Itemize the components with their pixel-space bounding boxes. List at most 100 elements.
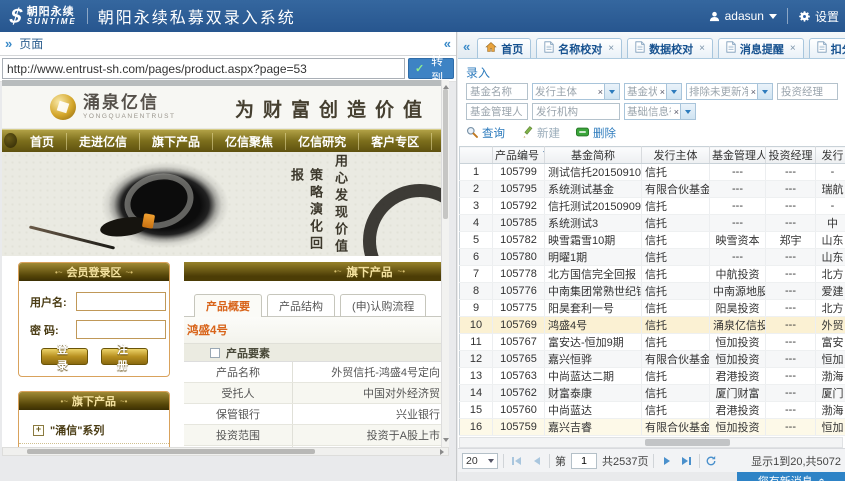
delete-button[interactable]: 删除 [576,125,616,141]
workspace-tab[interactable]: 消息提醒× [718,38,804,58]
column-header[interactable]: 产品编号 [493,147,545,164]
site-nav-item[interactable]: 亿信研究 [286,133,359,150]
table-row[interactable]: 13105763中尚蓝达二期信托君港投资---渤海 [460,368,845,385]
scroll-up-arrow[interactable] [443,82,449,89]
table-row[interactable]: 10105769鸿盛4号信托涌泉亿信投资---外贸 [460,317,845,334]
column-header[interactable]: 基金简称 [545,147,642,164]
table-row[interactable]: 3105792信托测试20150909信托------- [460,198,845,215]
workspace-tab[interactable]: 扣分绩效统计× [809,38,845,58]
table-row[interactable]: 15105760中尚蓝达信托君港投资---渤海 [460,402,845,419]
next-page-button[interactable] [659,454,674,468]
filter-combo[interactable]: × [624,83,682,100]
table-row[interactable]: 9105775阳昊套利一号信托阳昊投资---北方 [460,300,845,317]
clear-filter-icon[interactable]: × [597,87,604,97]
filter-combo-input[interactable] [687,86,750,98]
username-field[interactable] [76,292,166,311]
expand-left-icon[interactable]: » [5,37,12,50]
dropdown-arrow-icon[interactable] [680,104,695,119]
table-row[interactable]: 5105782映雪霜雪10期信托映雪资本郑宇山东 [460,232,845,249]
col-name[interactable]: 富安达-恒加9期 [545,334,642,351]
column-header[interactable]: 发行主体 [642,147,710,164]
col-name[interactable]: 中尚蓝达 [545,402,642,419]
col-name[interactable]: 财富泰康 [545,385,642,402]
col-name[interactable]: 鸿盛4号 [545,317,642,334]
page-number-input[interactable] [571,453,597,469]
site-logo[interactable]: 涌泉亿信 YONGQUANENTRUST [50,94,176,120]
filter-input[interactable] [532,103,620,120]
close-tab-icon[interactable]: × [608,43,614,54]
user-menu[interactable]: adasun [709,9,777,23]
grid-horizontal-scrollbar[interactable] [459,437,843,448]
table-row[interactable]: 4105785系统测试3信托------中 [460,215,845,232]
reload-icon[interactable] [705,455,717,467]
pencil-button[interactable]: 新建 [521,125,560,141]
table-row[interactable]: 6105780明曜1期信托------山东 [460,249,845,266]
table-row[interactable]: 1105799测试信托20150910信托------- [460,164,845,181]
col-name[interactable]: 嘉兴吉睿 [545,419,642,436]
scrollbar-thumb[interactable] [443,89,448,219]
first-page-button[interactable] [509,454,524,468]
col-name[interactable]: 信托测试20150909 [545,198,642,215]
site-nav-item[interactable]: 专业理财 [432,133,441,150]
previous-page-button[interactable] [529,454,544,468]
col-name[interactable]: 明曜1期 [545,249,642,266]
checkbox-icon[interactable] [210,348,220,358]
filter-combo[interactable]: × [532,83,620,100]
column-header[interactable]: 基金管理人 [710,147,766,164]
workspace-tab[interactable]: 首页 [477,38,531,58]
clear-filter-icon[interactable]: × [673,107,680,117]
filter-combo[interactable]: × [624,103,696,120]
dropdown-arrow-icon[interactable] [604,84,619,99]
dropdown-arrow-icon[interactable] [666,84,681,99]
new-message-bar[interactable]: 您有新消息 » [737,472,845,481]
site-nav-item[interactable]: 走进亿信 [67,133,140,150]
filter-combo-input[interactable] [625,106,673,118]
col-name[interactable]: 映雪霜雪10期 [545,232,642,249]
filter-input[interactable] [466,83,528,100]
filter-input[interactable] [466,103,528,120]
filter-input[interactable] [777,83,838,100]
tree-item[interactable]: +"涌信"系列 [19,417,169,444]
clear-filter-icon[interactable]: × [750,87,757,97]
col-name[interactable]: 测试信托20150910 [545,164,642,181]
scrollbar-thumb[interactable] [27,449,315,454]
workspace-tab[interactable]: 数据校对× [627,38,713,58]
scroll-down-arrow[interactable] [443,438,449,445]
filter-combo[interactable]: × [686,83,773,100]
col-name[interactable]: 系统测试3 [545,215,642,232]
site-nav-item[interactable]: 旗下产品 [140,133,213,150]
clear-filter-icon[interactable]: × [659,87,666,97]
col-name[interactable]: 中尚蓝达二期 [545,368,642,385]
table-row[interactable]: 7105778北方国信完全回报信托中航投资---北方 [460,266,845,283]
col-name[interactable]: 北方国信完全回报 [545,266,642,283]
tree-expand-icon[interactable]: + [33,425,44,436]
workspace-tab[interactable]: 名称校对× [536,38,622,58]
column-header[interactable]: 发行 [816,147,845,164]
product-tab[interactable]: 产品概要 [194,294,262,317]
browser-horizontal-scrollbar[interactable] [2,447,449,456]
table-row[interactable]: 2105795系统测试基金有限合伙基金------瑞航 [460,181,845,198]
table-row[interactable]: 11105767富安达-恒加9期信托恒加投资---富安 [460,334,845,351]
col-name[interactable]: 中南集团常熟世纪锦城 [545,283,642,300]
login-button[interactable]: 登 录 [41,348,88,365]
settings-button[interactable]: 设置 [798,8,845,25]
scroll-right-arrow[interactable] [440,449,447,455]
table-row[interactable]: 12105765嘉兴恒骅有限合伙基金恒加投资---恒加 [460,351,845,368]
password-field[interactable] [76,320,166,339]
browser-vertical-scrollbar[interactable] [441,80,449,447]
dropdown-arrow-icon[interactable] [757,84,772,99]
register-button[interactable]: 注 册 [101,348,148,365]
url-input[interactable] [2,58,405,79]
table-row[interactable]: 16105759嘉兴吉睿有限合伙基金恒加投资---恒加 [460,419,845,436]
scrollbar-thumb[interactable] [645,439,730,446]
tab-scroll-left-icon[interactable]: « [463,39,470,54]
table-row[interactable]: 8105776中南集团常熟世纪锦城信托中南源地股权投资---爱建 [460,283,845,300]
close-tab-icon[interactable]: × [699,43,705,54]
close-tab-icon[interactable]: × [790,43,796,54]
col-name[interactable]: 阳昊套利一号 [545,300,642,317]
filter-combo-input[interactable] [625,86,659,98]
product-tab[interactable]: (申)认购流程 [340,294,426,317]
site-nav-item[interactable]: 亿信聚焦 [213,133,286,150]
filter-combo-input[interactable] [533,86,597,98]
site-nav-item[interactable]: 客户专区 [359,133,432,150]
